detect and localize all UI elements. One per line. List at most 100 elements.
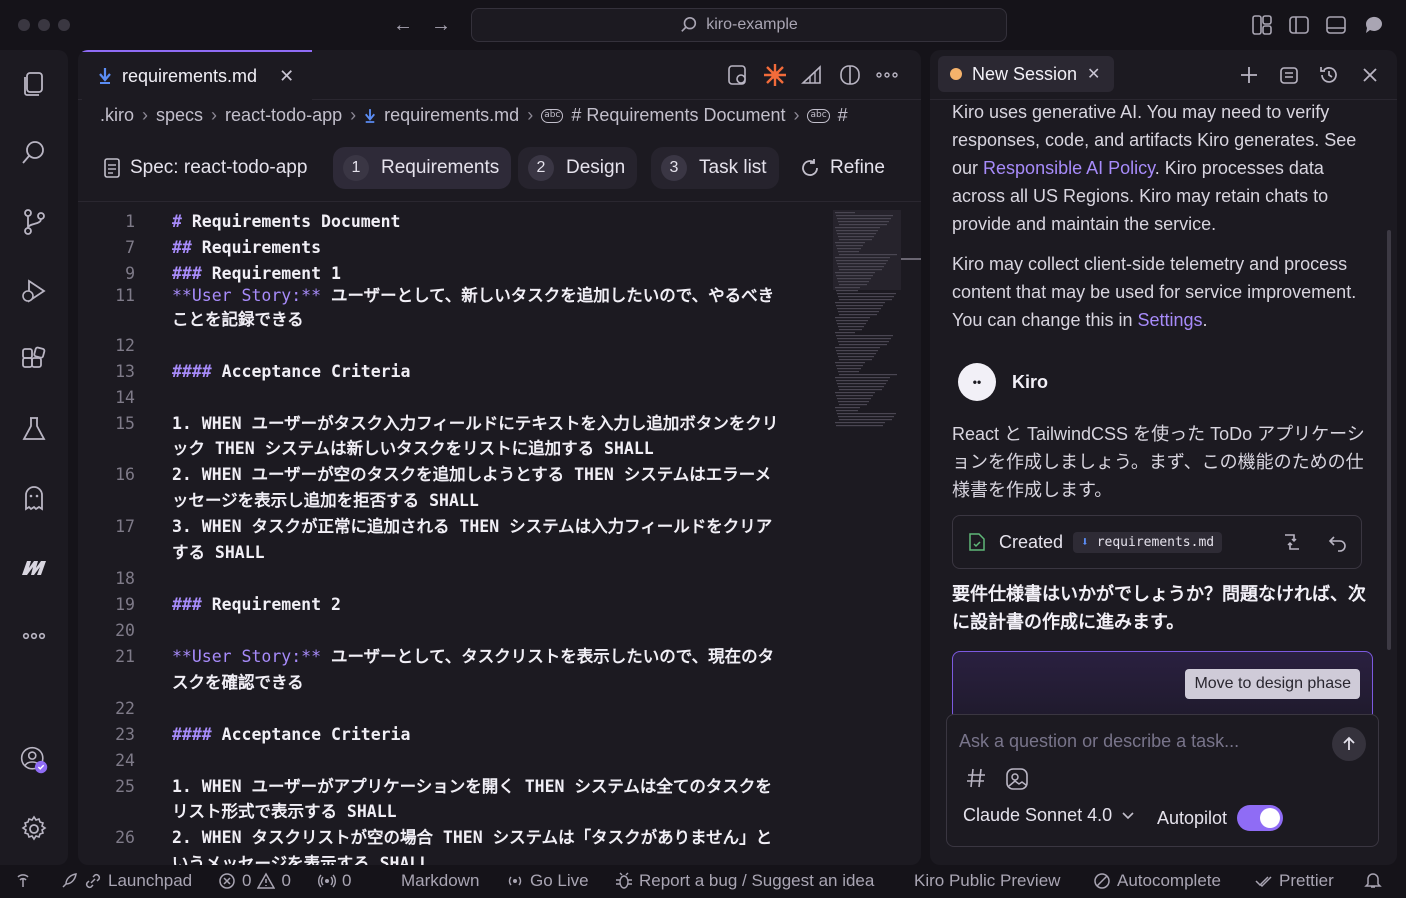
- go-live-item[interactable]: Go Live: [506, 871, 589, 891]
- line-number: 24: [115, 751, 135, 770]
- minimap-line: [836, 380, 888, 382]
- minimap-line: [838, 341, 889, 343]
- phase-task-list-tab[interactable]: 3 Task list: [651, 147, 779, 189]
- title-bar: ← → kiro-example: [0, 0, 1406, 50]
- notifications-bell-icon[interactable]: [1364, 871, 1382, 889]
- line-text: ## Requirements: [172, 238, 322, 257]
- agent-header: •• Kiro: [958, 363, 1048, 401]
- chat-scrollbar[interactable]: [1387, 230, 1391, 650]
- breadcrumb-subheading[interactable]: #: [838, 105, 848, 126]
- maximize-window-button[interactable]: [58, 19, 70, 31]
- account-icon[interactable]: [17, 743, 51, 777]
- warning-icon: [257, 872, 276, 889]
- chat-panel: New Session ✕ Kiro uses generative AI. Y…: [930, 50, 1397, 865]
- kiro-sparkle-icon[interactable]: [763, 63, 787, 87]
- line-text: ### Requirement 1: [172, 264, 341, 283]
- toggle-sidebar-icon[interactable]: [1288, 14, 1310, 36]
- history-icon[interactable]: [1317, 63, 1341, 87]
- new-session-plus-icon[interactable]: [1237, 63, 1261, 87]
- breadcrumb-kiro[interactable]: .kiro: [100, 105, 134, 126]
- session-list-icon[interactable]: [1277, 63, 1301, 87]
- search-icon[interactable]: [17, 136, 51, 170]
- phase-design-tab[interactable]: 2 Design: [518, 147, 638, 189]
- line-text: する SHALL: [172, 543, 265, 562]
- send-button[interactable]: [1332, 727, 1366, 761]
- run-debug-icon[interactable]: [17, 274, 51, 308]
- split-editor-icon[interactable]: [838, 63, 862, 87]
- diff-icon[interactable]: [800, 63, 824, 87]
- model-selector[interactable]: Claude Sonnet 4.0: [963, 805, 1134, 826]
- minimap-line: [838, 401, 869, 403]
- settings-link[interactable]: Settings: [1137, 310, 1202, 330]
- image-attach-icon[interactable]: [1005, 767, 1029, 791]
- close-session-icon[interactable]: ✕: [1087, 64, 1100, 84]
- disabled-circle-icon: [1094, 873, 1110, 889]
- minimap-line: [836, 365, 863, 367]
- breadcrumb-react-todo-app[interactable]: react-todo-app: [225, 105, 342, 126]
- autocomplete-item[interactable]: Autocomplete: [1093, 871, 1221, 891]
- kiro-avatar: ••: [958, 363, 996, 401]
- command-search-box[interactable]: kiro-example: [471, 8, 1007, 42]
- launchpad-item[interactable]: Launchpad: [60, 871, 192, 891]
- minimap-line: [839, 254, 897, 256]
- problems-item[interactable]: 0 0: [218, 871, 291, 891]
- minimap-line: [837, 248, 861, 250]
- remote-icon[interactable]: [14, 871, 32, 889]
- extensions-icon[interactable]: [17, 343, 51, 377]
- language-mode-item[interactable]: Markdown: [401, 871, 479, 891]
- phase-requirements-tab[interactable]: 1 Requirements: [333, 147, 512, 189]
- more-icon[interactable]: [17, 619, 51, 653]
- breadcrumb-file[interactable]: requirements.md: [384, 105, 519, 126]
- close-window-button[interactable]: [18, 19, 30, 31]
- more-actions-icon[interactable]: [875, 63, 899, 87]
- minimap-line: [837, 323, 866, 325]
- report-bug-item[interactable]: Report a bug / Suggest an idea: [615, 871, 874, 891]
- settings-gear-icon[interactable]: [17, 812, 51, 846]
- kiro-ghost-icon[interactable]: [17, 481, 51, 515]
- spec-name: Spec: react-todo-app: [130, 157, 308, 178]
- tab-new-session[interactable]: New Session ✕: [938, 56, 1115, 92]
- prettier-item[interactable]: Prettier: [1255, 871, 1334, 891]
- markdown-file-icon: ⬇: [1081, 534, 1089, 550]
- open-preview-icon[interactable]: [726, 63, 750, 87]
- ports-item[interactable]: 0: [318, 871, 351, 891]
- chat-input-box[interactable]: Ask a question or describe a task... Cla…: [946, 714, 1379, 847]
- breadcrumb-heading[interactable]: # Requirements Document: [571, 105, 785, 126]
- minimap-line: [836, 245, 863, 247]
- tab-requirements-md[interactable]: requirements.md ✕: [82, 50, 312, 100]
- m-logo-icon[interactable]: [17, 550, 51, 584]
- move-to-design-phase-button[interactable]: Move to design phase: [1185, 669, 1360, 699]
- minimap-line: [839, 239, 872, 241]
- line-number: 1: [125, 212, 135, 231]
- close-tab-icon[interactable]: ✕: [279, 66, 294, 87]
- minimize-window-button[interactable]: [38, 19, 50, 31]
- code-editor[interactable]: 1 # Requirements Document 7 ## Requirements…: [78, 203, 828, 865]
- layout-customize-icon[interactable]: [1251, 14, 1273, 36]
- minimap-line: [837, 368, 861, 370]
- minimap[interactable]: [833, 210, 901, 440]
- close-panel-icon[interactable]: [1358, 63, 1382, 87]
- toggle-panel-icon[interactable]: [1325, 14, 1347, 36]
- view-diff-icon[interactable]: [1281, 531, 1303, 553]
- testing-flask-icon[interactable]: [17, 412, 51, 446]
- created-file-chip[interactable]: ⬇ requirements.md: [1073, 531, 1223, 553]
- breadcrumb-specs[interactable]: specs: [156, 105, 203, 126]
- minimap-line: [839, 224, 887, 226]
- explorer-icon[interactable]: [17, 67, 51, 101]
- hash-context-icon[interactable]: [965, 767, 987, 789]
- minimap-line: [838, 311, 879, 313]
- chevron-down-icon: [1122, 811, 1134, 819]
- forward-arrow-icon[interactable]: →: [428, 12, 454, 38]
- minimap-line: [839, 329, 862, 331]
- back-arrow-icon[interactable]: ←: [390, 12, 416, 38]
- source-control-icon[interactable]: [17, 205, 51, 239]
- responsible-ai-policy-link[interactable]: Responsible AI Policy: [983, 158, 1155, 178]
- chat-icon[interactable]: [1363, 14, 1385, 36]
- minimap-line: [838, 326, 864, 328]
- refine-button[interactable]: Refine: [800, 157, 885, 179]
- preview-label-item[interactable]: Kiro Public Preview: [914, 871, 1060, 891]
- revert-icon[interactable]: [1327, 531, 1349, 553]
- line-number: 16: [115, 465, 135, 484]
- autopilot-toggle[interactable]: [1237, 805, 1284, 831]
- minimap-line: [835, 362, 865, 364]
